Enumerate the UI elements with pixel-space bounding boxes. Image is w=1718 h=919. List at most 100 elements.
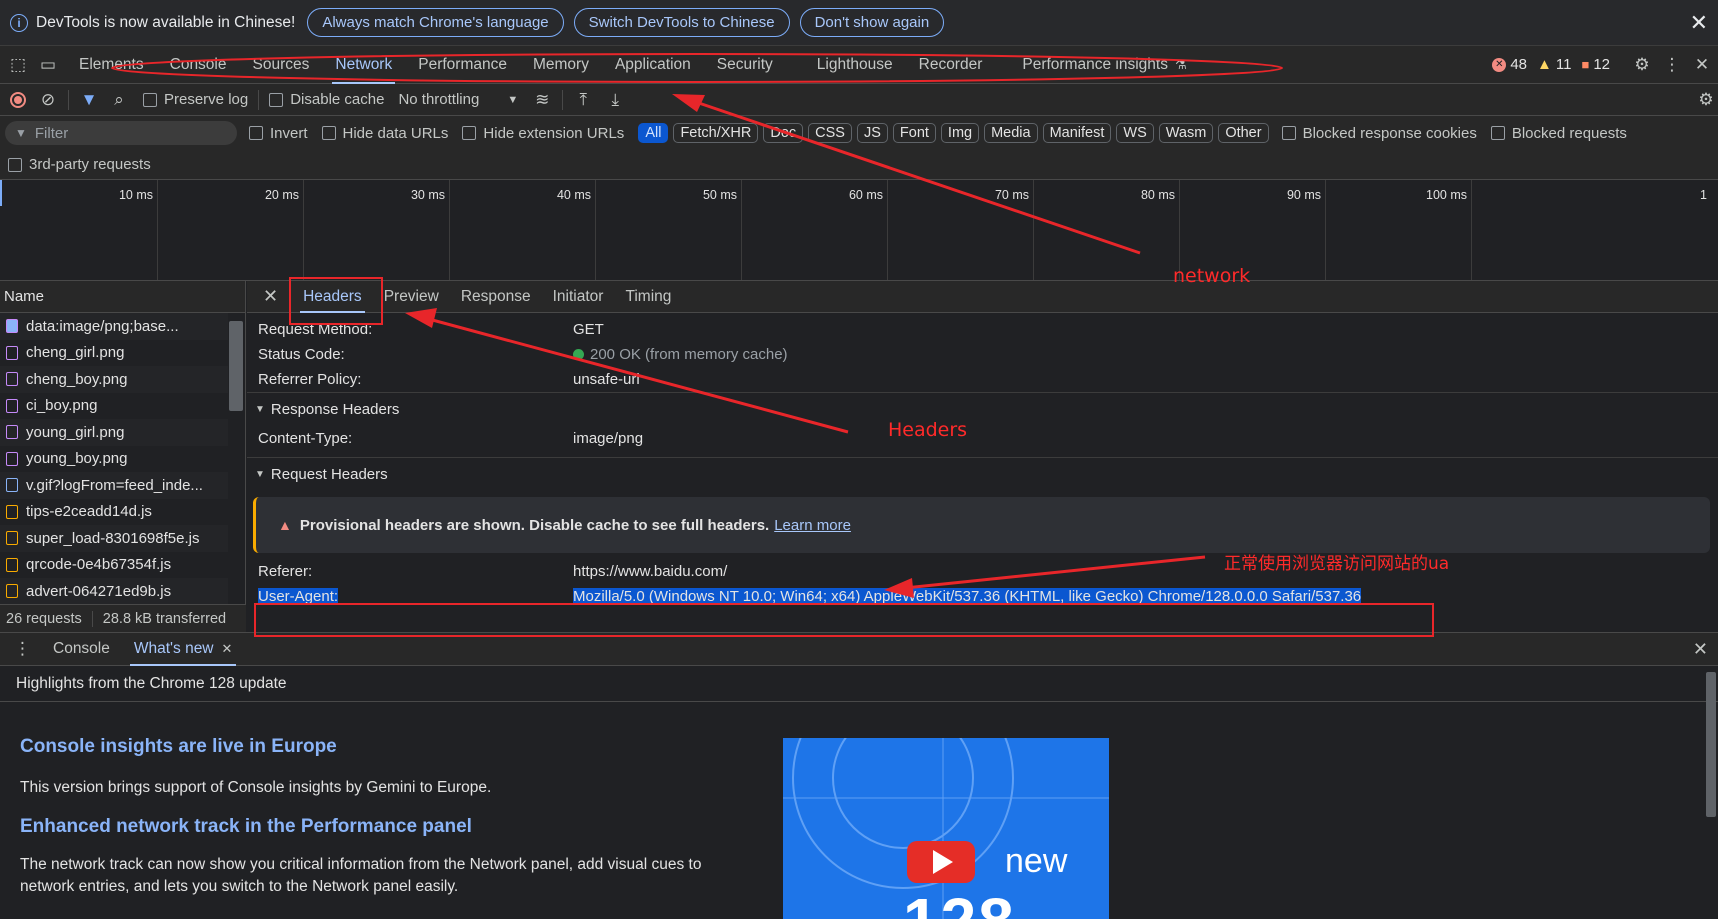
filter-type-manifest[interactable]: Manifest (1042, 123, 1112, 143)
filter-type-all[interactable]: All (638, 123, 669, 143)
request-row[interactable]: cheng_boy.png (0, 366, 228, 393)
details-tab-initiator[interactable]: Initiator (542, 281, 615, 313)
timeline-tick: 100 ms (1314, 180, 1472, 280)
tab-application[interactable]: Application (602, 46, 704, 84)
filter-type-wasm[interactable]: Wasm (1158, 123, 1214, 143)
request-row[interactable]: young_girl.png (0, 419, 228, 446)
feature-heading-1[interactable]: Console insights are live in Europe (20, 736, 337, 758)
issues-icon: ■ (1581, 57, 1590, 72)
import-har-icon[interactable]: ⤒ (573, 90, 593, 110)
feature-heading-2[interactable]: Enhanced network track in the Performanc… (20, 816, 472, 838)
request-name: advert-064271ed9b.js (26, 582, 172, 600)
response-headers-section[interactable]: ▼ Response Headers (247, 392, 1718, 426)
tab-console[interactable]: Console (157, 46, 240, 84)
clear-icon[interactable]: ⊘ (38, 90, 58, 110)
device-toolbar-icon[interactable]: ▭ (38, 55, 58, 75)
filter-type-other[interactable]: Other (1218, 123, 1269, 143)
hide-extension-urls-checkbox[interactable]: Hide extension URLs (462, 125, 624, 142)
filter-input[interactable]: ▼ Filter (5, 121, 237, 145)
filter-type-fetchxhr[interactable]: Fetch/XHR (673, 123, 759, 143)
request-row[interactable]: ci_boy.png (0, 393, 228, 420)
dont-show-again-button[interactable]: Don't show again (799, 8, 945, 37)
feature-text-2: The network track can now show you criti… (20, 856, 702, 895)
switch-to-chinese-button[interactable]: Switch DevTools to Chinese (573, 8, 790, 37)
request-row[interactable]: super_load-8301698f5e.js (0, 525, 228, 552)
request-row[interactable]: young_boy.png (0, 446, 228, 473)
disable-cache-checkbox[interactable]: Disable cache (269, 91, 384, 108)
drawer-tab-console[interactable]: Console (41, 632, 122, 666)
third-party-row: 3rd-party requests (0, 150, 1718, 180)
more-options-icon[interactable]: ⋮ (1662, 55, 1682, 75)
request-row[interactable]: tips-e2ceadd14d.js (0, 499, 228, 526)
request-name: cheng_girl.png (26, 344, 125, 362)
close-tab-icon[interactable]: ✕ (222, 641, 233, 657)
timeline-overview[interactable]: 10 ms 20 ms 30 ms 40 ms 50 ms 60 ms 70 ms 80 ms… (0, 180, 1718, 281)
network-toolbar: ⊘ ▼ ⌕ Preserve log Disable cache No thro… (0, 84, 1718, 116)
blocked-response-cookies-checkbox[interactable]: Blocked response cookies (1281, 125, 1477, 142)
request-row[interactable]: advert-064271ed9b.js (0, 578, 228, 605)
tab-performance-insights[interactable]: Performance insights (1009, 46, 1181, 84)
name-column-header[interactable]: Name (0, 281, 245, 313)
image-file-icon (6, 372, 18, 387)
settings-gear-icon[interactable]: ⚙ (1632, 55, 1652, 75)
always-match-language-button[interactable]: Always match Chrome's language (307, 8, 564, 37)
drawer-tab-what-s-new[interactable]: What's new ✕ (122, 632, 245, 666)
throttling-select[interactable]: No throttling ▼ (398, 91, 518, 108)
filter-type-js[interactable]: JS (856, 123, 888, 143)
timeline-tick: 1 (1700, 188, 1707, 202)
warning-counter[interactable]: ▲ 11 (1537, 56, 1571, 73)
tab-security[interactable]: Security (704, 46, 786, 84)
details-tab-preview[interactable]: Preview (373, 281, 450, 313)
export-har-icon[interactable]: ⤓ (605, 90, 625, 110)
tab-elements[interactable]: Elements (66, 46, 157, 84)
filter-type-img[interactable]: Img (940, 123, 980, 143)
request-headers-section[interactable]: ▼ Request Headers (247, 457, 1718, 491)
issues-counter[interactable]: ■ 12 (1581, 56, 1610, 73)
details-tab-timing[interactable]: Timing (614, 281, 682, 313)
close-drawer-icon[interactable]: ✕ (1693, 639, 1708, 660)
filter-type-ws[interactable]: WS (1116, 123, 1154, 143)
annotation-network: network (1173, 265, 1251, 287)
invert-checkbox[interactable]: Invert (249, 125, 308, 142)
request-row[interactable]: data:image/png;base... (0, 313, 228, 340)
preserve-log-checkbox[interactable]: Preserve log (143, 91, 248, 108)
drawer-scrollbar[interactable] (1706, 672, 1716, 817)
panel-tabs: Elements Console Sources Network Performance… (66, 46, 1181, 84)
tab-recorder[interactable]: Recorder (906, 46, 996, 84)
third-party-requests-checkbox[interactable]: 3rd-party requests (8, 156, 151, 173)
blocked-requests-checkbox[interactable]: Blocked requests (1490, 125, 1627, 142)
main-tab-bar: ⬚ ▭ Elements Console Sources Network Perform… (0, 46, 1718, 84)
filter-type-doc[interactable]: Doc (763, 123, 804, 143)
request-row[interactable]: cheng_girl.png (0, 340, 228, 367)
close-details-icon[interactable]: ✕ (263, 286, 278, 307)
filter-type-css[interactable]: CSS (808, 123, 852, 143)
learn-more-link[interactable]: Learn more (774, 517, 851, 534)
close-devtools-icon[interactable]: ✕ (1692, 55, 1712, 75)
tab-network[interactable]: Network (322, 46, 405, 84)
inspect-element-icon[interactable]: ⬚ (8, 55, 28, 75)
close-infobar-icon[interactable]: ✕ (1690, 10, 1708, 36)
network-conditions-icon[interactable]: ≋ (532, 90, 552, 110)
tab-lighthouse[interactable]: Lighthouse (804, 46, 906, 84)
request-row[interactable]: qrcode-0e4b67354f.js (0, 552, 228, 579)
details-tab-response[interactable]: Response (450, 281, 542, 313)
request-name: ci_boy.png (26, 397, 98, 415)
promo-number-text: 128 (903, 884, 1016, 919)
timeline-tick: 30 ms (292, 180, 450, 280)
headers-tab-highlight-box (289, 277, 383, 325)
search-icon[interactable]: ⌕ (109, 90, 129, 110)
request-row[interactable]: v.gif?logFrom=feed_inde... (0, 472, 228, 499)
request-list-scrollbar[interactable] (229, 321, 243, 411)
tab-sources[interactable]: Sources (240, 46, 323, 84)
error-counter[interactable]: ✕ 48 (1492, 56, 1527, 73)
tab-memory[interactable]: Memory (520, 46, 602, 84)
filter-icon[interactable]: ▼ (79, 90, 99, 110)
request-name: young_boy.png (26, 450, 128, 468)
record-icon[interactable] (10, 91, 26, 108)
filter-type-font[interactable]: Font (892, 123, 936, 143)
filter-type-media[interactable]: Media (984, 123, 1038, 143)
tab-performance[interactable]: Performance (405, 46, 520, 84)
hide-data-urls-checkbox[interactable]: Hide data URLs (321, 125, 448, 142)
drawer-menu-icon[interactable]: ⋮ (14, 639, 31, 659)
network-settings-gear-icon[interactable]: ⚙ (1696, 90, 1716, 110)
